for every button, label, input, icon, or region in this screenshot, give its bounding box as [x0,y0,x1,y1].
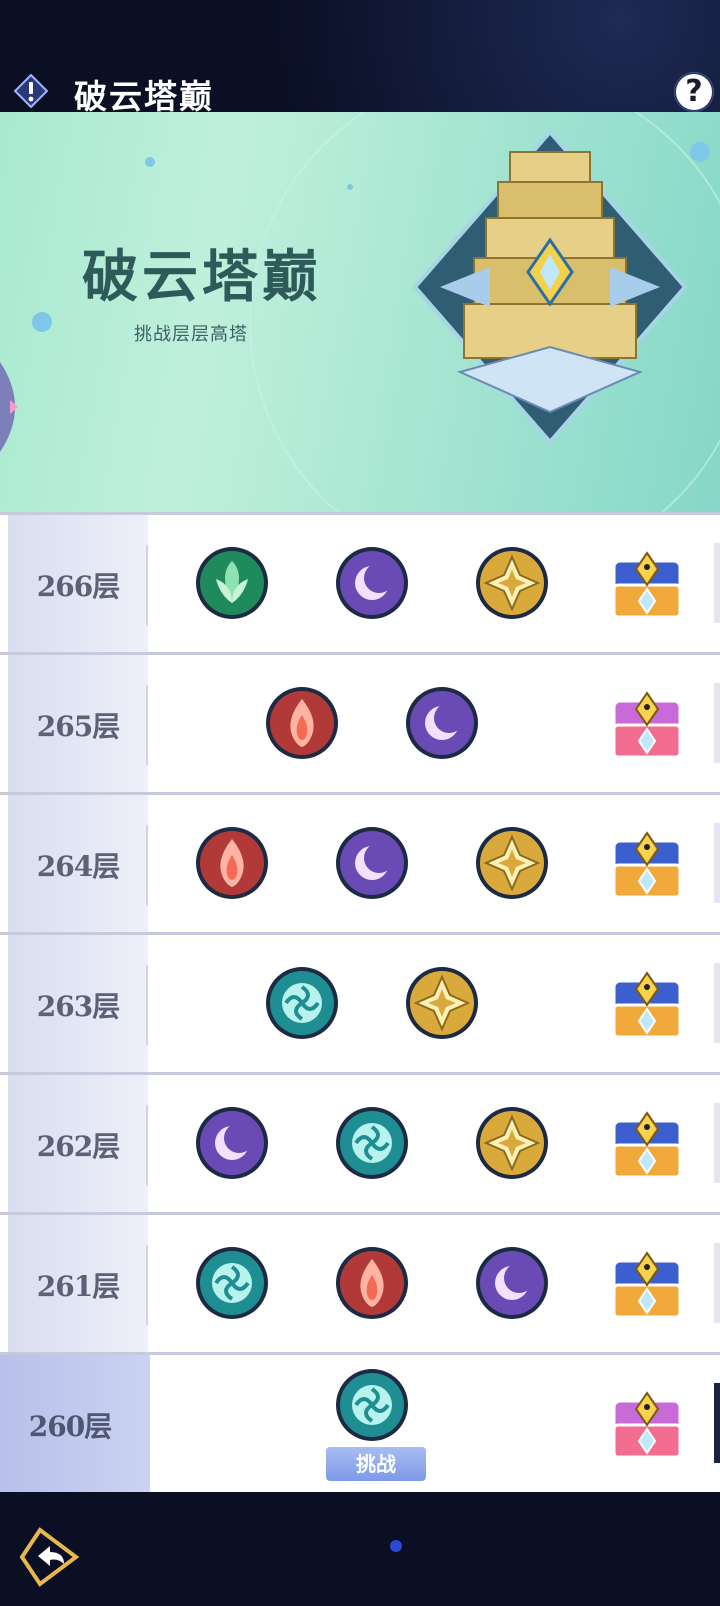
tower-banner: 破云塔巅 挑战层层高塔 [0,112,720,512]
divider [146,685,148,765]
banner-subtitle: 挑战层层高塔 [134,324,248,345]
gold-chest-icon[interactable] [610,971,684,1041]
pink-chest-icon[interactable] [610,1391,684,1461]
divider [146,545,148,625]
gold-chest-icon[interactable] [610,551,684,621]
gold-chest-icon[interactable] [610,1111,684,1181]
floor-label-cell: 264层 [8,795,148,932]
moon-emblem-icon[interactable] [404,685,480,761]
row-edge-bar [714,823,720,903]
floor-row[interactable]: 262层 [0,1072,720,1212]
floor-row[interactable]: 263层 [0,932,720,1072]
floor-label-cell: 261层 [8,1215,148,1352]
help-button[interactable]: ? [674,72,714,112]
floor-number: 260层 [28,1410,112,1443]
divider [146,1105,148,1185]
moon-emblem-icon[interactable] [194,1105,270,1181]
star-emblem-icon[interactable] [474,825,550,901]
floor-label-cell: 263层 [8,935,148,1072]
floor-row[interactable]: 261层 [0,1212,720,1352]
top-bar: 破云塔巅 ? [0,0,720,116]
wind-emblem-icon[interactable] [334,1367,410,1443]
row-edge-bar [714,963,720,1043]
floor-label-cell: 265层 [8,655,148,792]
star-emblem-icon[interactable] [404,965,480,1041]
page-indicator-dot [390,1540,402,1552]
moon-emblem-icon[interactable] [334,825,410,901]
star-emblem-icon[interactable] [474,545,550,621]
floor-number: 261层 [36,1270,120,1303]
floor-number: 265层 [36,710,120,743]
floor-label-cell: 260层 [0,1355,150,1492]
bottom-bar [0,1510,720,1606]
back-arrow-icon[interactable] [18,1526,80,1588]
challenge-button[interactable]: 挑战 [326,1447,426,1481]
star-emblem-icon[interactable] [474,1105,550,1181]
floor-number: 263层 [36,990,120,1023]
divider [146,1245,148,1325]
moon-emblem-icon[interactable] [334,545,410,621]
row-edge-bar [714,1103,720,1183]
floor-label-cell: 266层 [8,515,148,652]
side-expand-tab[interactable] [0,362,34,452]
flame-emblem-icon[interactable] [334,1245,410,1321]
floor-number: 262层 [36,1130,120,1163]
leaf-emblem-icon[interactable] [194,545,270,621]
page-title: 破云塔巅 [74,77,214,116]
tower-emblem-icon [412,128,688,446]
flame-emblem-icon[interactable] [264,685,340,761]
floor-row[interactable]: 264层 [0,792,720,932]
divider [146,965,148,1045]
row-edge-bar [714,683,720,763]
info-icon[interactable] [14,74,48,108]
floor-row[interactable]: 266层 [0,512,720,652]
flame-emblem-icon[interactable] [194,825,270,901]
floor-number: 266层 [36,570,120,603]
row-edge-bar [714,1383,720,1463]
row-edge-bar [714,543,720,623]
row-edge-bar [714,1243,720,1323]
floor-row[interactable]: 265层 [0,652,720,792]
pink-chest-icon[interactable] [610,691,684,761]
floor-label-cell: 262层 [8,1075,148,1212]
floor-number: 264层 [36,850,120,883]
floor-row[interactable]: 260层挑战 [0,1352,720,1492]
wind-emblem-icon[interactable] [194,1245,270,1321]
wind-emblem-icon[interactable] [334,1105,410,1181]
divider [146,825,148,905]
wind-emblem-icon[interactable] [264,965,340,1041]
floor-list: 266层 265层 264层 263层 262层 261层 260层挑战 [0,512,720,1510]
moon-emblem-icon[interactable] [474,1245,550,1321]
gold-chest-icon[interactable] [610,1251,684,1321]
divider [146,1385,148,1465]
banner-title: 破云塔巅 [82,244,322,310]
gold-chest-icon[interactable] [610,831,684,901]
